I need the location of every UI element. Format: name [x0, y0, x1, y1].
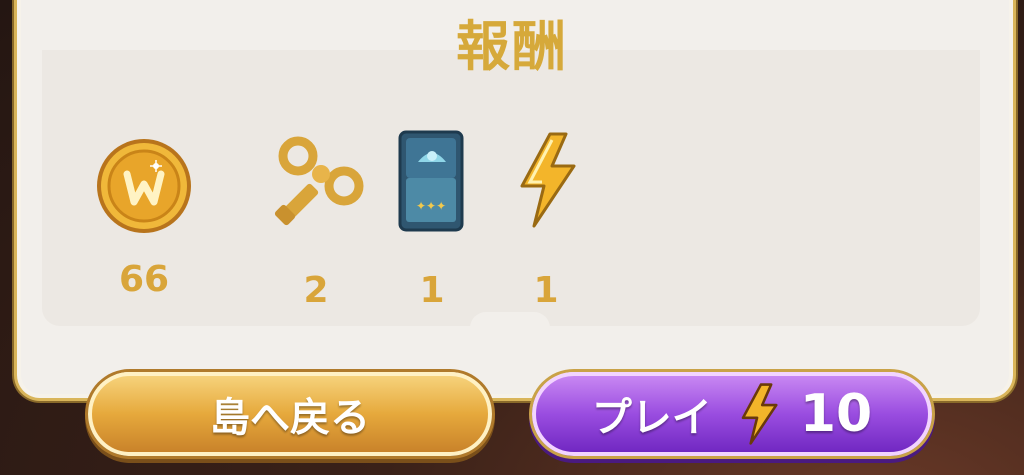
svg-text:✦✦✦: ✦✦✦ — [416, 199, 446, 213]
reward-item-card-pack: ✦✦✦ — [396, 128, 468, 238]
reward-count: 66 — [118, 259, 170, 300]
lightning-bolt-icon — [520, 132, 576, 228]
reward-item-energy — [512, 130, 582, 234]
page-title: 報酬 — [456, 15, 568, 78]
back-button-label: 島へ戻る — [210, 395, 370, 441]
reward-count: 1 — [419, 270, 445, 311]
play-button-label: プレイ — [591, 395, 712, 441]
lightning-bolt-icon — [741, 383, 778, 445]
panel-notch — [470, 312, 550, 328]
reward-count: 1 — [533, 270, 559, 311]
blue-card-pack-icon: ✦✦✦ — [398, 130, 464, 232]
reward-count: 2 — [303, 270, 329, 311]
back-to-island-button[interactable]: 島へ戻る — [88, 372, 492, 456]
play-button[interactable]: プレイ 10 — [532, 372, 932, 456]
gold-coin-icon — [97, 139, 191, 233]
wind-up-key-icon — [274, 136, 364, 226]
reward-item-key — [266, 134, 366, 238]
reward-item-coin — [94, 136, 194, 240]
play-cost: 10 — [799, 384, 873, 444]
